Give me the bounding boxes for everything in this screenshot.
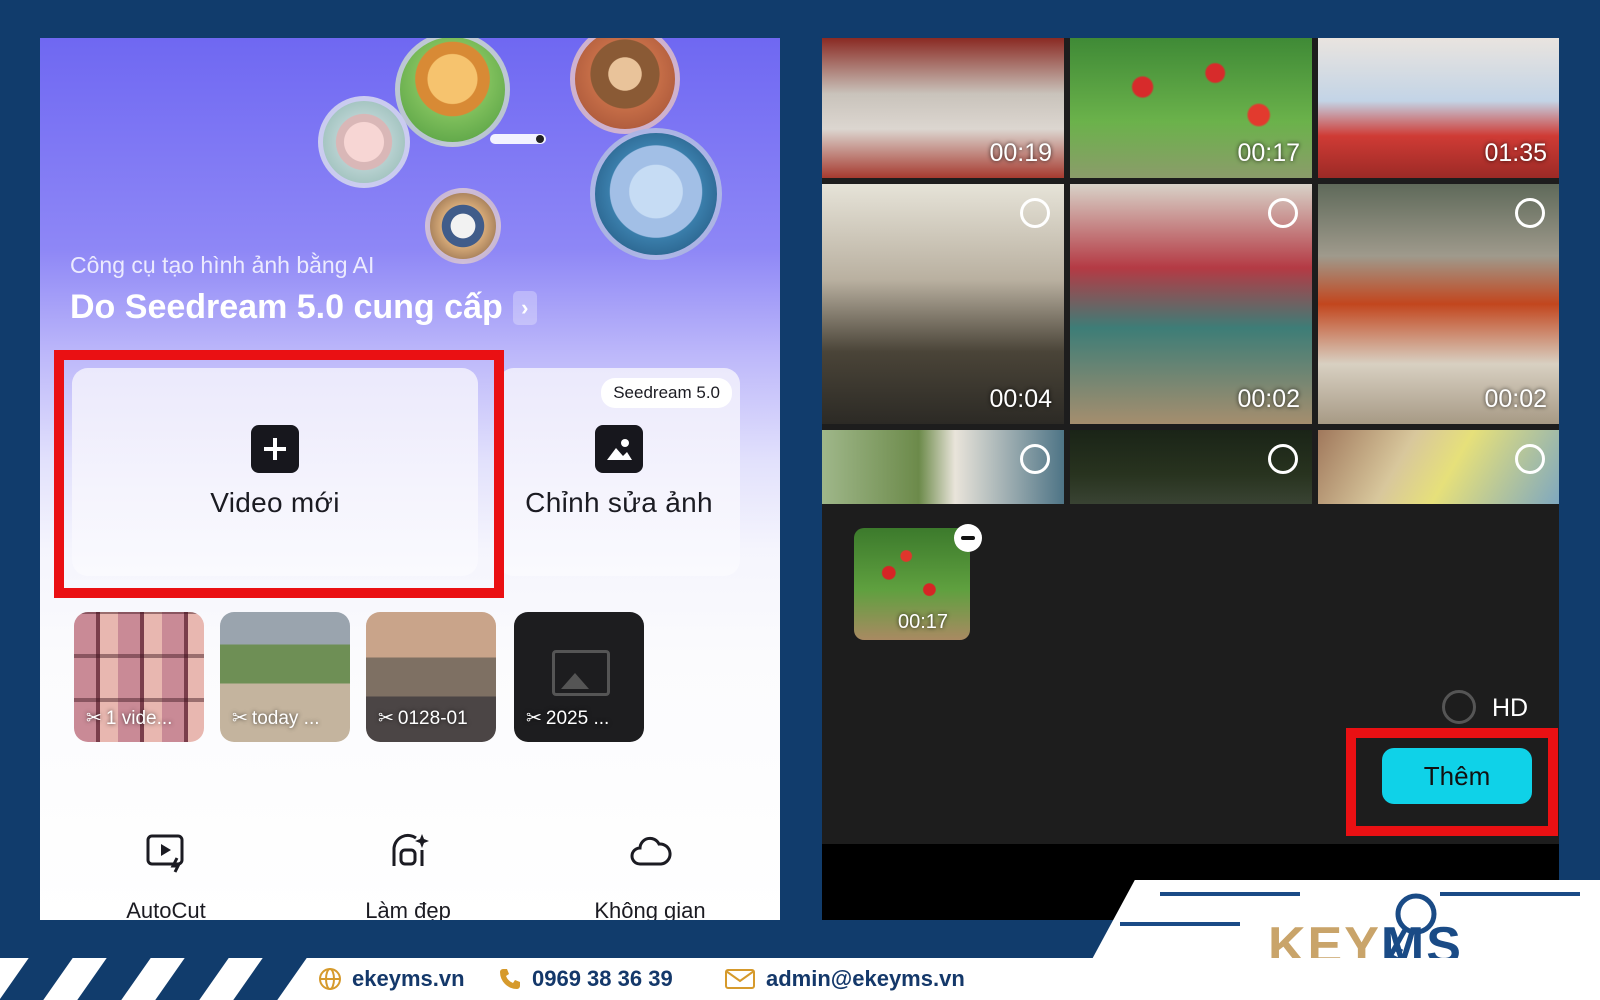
cloud-space-tool[interactable]: Không gian: [550, 830, 750, 920]
gallery-video[interactable]: 00:02: [1070, 184, 1312, 424]
select-circle[interactable]: [1020, 198, 1050, 228]
draft-project[interactable]: ✂ 1 vide...: [74, 612, 204, 742]
draft-project[interactable]: ✂ today ...: [220, 612, 350, 742]
gallery-video[interactable]: 00:04: [822, 184, 1064, 424]
gallery-video[interactable]: 00:02: [1318, 184, 1559, 424]
edit-photo-button[interactable]: Seedream 5.0 Chỉnh sửa ảnh: [498, 368, 740, 576]
select-circle[interactable]: [1268, 198, 1298, 228]
autocut-tool[interactable]: AutoCut: [66, 830, 266, 920]
highlight-box-new-video: [54, 350, 504, 598]
edit-photo-label: Chỉnh sửa ảnh: [525, 487, 713, 518]
hero-subtitle: Công cụ tạo hình ảnh bằng AI: [70, 252, 375, 278]
draft-title: today ...: [251, 707, 320, 729]
ai-avatar-bunny[interactable]: [318, 96, 410, 188]
seedream-badge: Seedream 5.0: [601, 378, 732, 408]
gallery-video[interactable]: [1318, 430, 1559, 504]
selected-clip-duration: 00:17: [898, 611, 949, 633]
autocut-label: AutoCut: [126, 898, 206, 920]
video-duration: 00:02: [1237, 385, 1300, 413]
cloud-icon: [630, 836, 672, 866]
remove-clip-icon[interactable]: [954, 524, 982, 552]
scissors-icon: ✂: [378, 708, 394, 729]
ai-avatar-monkey[interactable]: [570, 38, 680, 134]
video-duration: 00:02: [1484, 385, 1547, 413]
beauty-icon: [392, 833, 429, 866]
video-duration: 00:19: [989, 139, 1052, 167]
hd-label: HD: [1492, 694, 1529, 722]
image-icon: [595, 425, 643, 473]
ai-avatar-cat[interactable]: [395, 38, 510, 147]
media-picker-screen: 00:19 00:17 01:35 00:04 00:02 00:02 00:1…: [822, 38, 1559, 920]
scissors-icon: ✂: [232, 708, 248, 729]
contact-email[interactable]: admin@ekeyms.vn: [724, 966, 965, 992]
select-circle[interactable]: [1268, 444, 1298, 474]
autocut-icon: [146, 834, 184, 873]
highlight-box-add-button: [1346, 728, 1558, 836]
mail-icon: [725, 969, 755, 989]
select-circle[interactable]: [1020, 444, 1050, 474]
gallery-video[interactable]: 00:17: [1070, 38, 1312, 178]
beauty-tool[interactable]: Làm đẹp: [308, 830, 508, 920]
mini-slider-decoration: [490, 134, 546, 144]
website-text: ekeyms.vn: [352, 966, 465, 991]
image-placeholder-icon: [552, 650, 610, 696]
hero-title-text: Do Seedream 5.0 cung cấp: [70, 288, 503, 326]
phone-icon: [500, 969, 520, 989]
video-duration: 01:35: [1484, 139, 1547, 167]
draft-project[interactable]: ✂ 0128-01: [366, 612, 496, 742]
capcut-home-screen: Công cụ tạo hình ảnh bằng AI Do Seedream…: [40, 38, 780, 920]
select-circle[interactable]: [1515, 444, 1545, 474]
globe-icon: [319, 968, 341, 990]
hd-toggle[interactable]: [1442, 690, 1476, 724]
scissors-icon: ✂: [86, 708, 102, 729]
chevron-right-icon[interactable]: ›: [512, 290, 537, 325]
hero-title[interactable]: Do Seedream 5.0 cung cấp ›: [70, 288, 537, 327]
draft-project[interactable]: ✂ 2025 ...: [514, 612, 644, 742]
draft-title: 2025 ...: [545, 707, 610, 729]
gallery-video[interactable]: 00:19: [822, 38, 1064, 178]
selected-clip-thumbnail[interactable]: 00:17: [854, 528, 970, 640]
cloud-space-label: Không gian: [594, 898, 706, 920]
scissors-icon: ✂: [526, 708, 542, 729]
circuit-line: [1440, 892, 1580, 896]
contact-website[interactable]: ekeyms.vn: [318, 966, 465, 992]
email-text: admin@ekeyms.vn: [766, 966, 965, 991]
phone-text: 0969 38 36 39: [532, 966, 673, 991]
circuit-line: [1120, 922, 1240, 926]
draft-title: 1 vide...: [105, 707, 173, 729]
beauty-label: Làm đẹp: [365, 898, 451, 920]
gallery-video[interactable]: 01:35: [1318, 38, 1559, 178]
draft-title: 0128-01: [397, 707, 468, 729]
video-duration: 00:04: [989, 385, 1052, 413]
gallery-video[interactable]: [1070, 430, 1312, 504]
select-circle[interactable]: [1515, 198, 1545, 228]
gallery-video[interactable]: [822, 430, 1064, 504]
video-duration: 00:17: [1237, 139, 1300, 167]
circuit-line: [1160, 892, 1300, 896]
contact-phone[interactable]: 0969 38 36 39: [498, 966, 673, 992]
ai-avatar-puppy[interactable]: [425, 188, 501, 264]
ai-avatar-octopus[interactable]: [590, 128, 722, 260]
